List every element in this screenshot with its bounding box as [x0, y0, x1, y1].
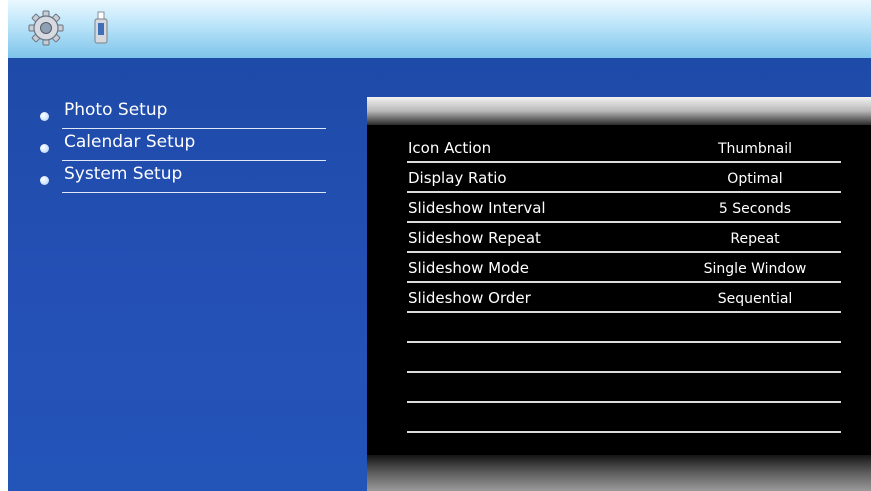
menu-underline [62, 192, 326, 193]
setting-value[interactable]: Thumbnail [675, 141, 835, 157]
bullet-icon [40, 144, 49, 153]
row-divider [407, 251, 841, 253]
menu-underline [62, 160, 326, 161]
settings-row-slideshow-interval[interactable]: Slideshow Interval 5 Seconds [407, 195, 841, 223]
settings-row-slideshow-order[interactable]: Slideshow Order Sequential [407, 285, 841, 313]
menu-item-calendar-setup[interactable]: Calendar Setup [34, 131, 326, 161]
menu-item-label: System Setup [64, 164, 183, 184]
settings-row-empty [407, 375, 841, 403]
menu-item-label: Photo Setup [64, 100, 168, 120]
row-divider [407, 431, 841, 433]
setting-name: Icon Action [408, 139, 492, 157]
settings-row-empty [407, 345, 841, 373]
row-divider [407, 221, 841, 223]
setting-value[interactable]: Repeat [675, 231, 835, 247]
usb-drive-icon[interactable] [92, 10, 110, 46]
setting-value[interactable]: Single Window [675, 261, 835, 277]
setting-value[interactable]: Sequential [675, 291, 835, 307]
bullet-icon [40, 176, 49, 185]
settings-row-empty [407, 405, 841, 433]
row-divider [407, 281, 841, 283]
menu-item-label: Calendar Setup [64, 132, 196, 152]
setting-name: Slideshow Repeat [408, 229, 541, 247]
setting-value[interactable]: 5 Seconds [675, 201, 835, 217]
setting-value[interactable]: Optimal [675, 171, 835, 187]
setting-name: Slideshow Order [408, 289, 531, 307]
settings-panel: Icon Action Thumbnail Display Ratio Opti… [367, 97, 871, 491]
menu-item-photo-setup[interactable]: Photo Setup [34, 99, 326, 129]
row-divider [407, 371, 841, 373]
setting-name: Display Ratio [408, 169, 507, 187]
panel-footer-bar [367, 455, 871, 491]
row-divider [407, 311, 841, 313]
row-divider [407, 161, 841, 163]
bullet-icon [40, 112, 49, 121]
top-toolbar [8, 0, 871, 58]
menu-underline [62, 128, 326, 129]
gear-icon[interactable] [28, 10, 64, 46]
settings-row-display-ratio[interactable]: Display Ratio Optimal [407, 165, 841, 193]
settings-row-slideshow-repeat[interactable]: Slideshow Repeat Repeat [407, 225, 841, 253]
row-divider [407, 401, 841, 403]
settings-row-slideshow-mode[interactable]: Slideshow Mode Single Window [407, 255, 841, 283]
row-divider [407, 341, 841, 343]
panel-header-bar [367, 97, 871, 125]
device-screen: Photo Setup Calendar Setup System Setup … [8, 0, 871, 491]
row-divider [407, 191, 841, 193]
settings-row-icon-action[interactable]: Icon Action Thumbnail [407, 135, 841, 163]
setting-name: Slideshow Mode [408, 259, 530, 277]
menu-item-system-setup[interactable]: System Setup [34, 163, 326, 193]
setting-name: Slideshow Interval [408, 199, 546, 217]
settings-row-empty [407, 315, 841, 343]
